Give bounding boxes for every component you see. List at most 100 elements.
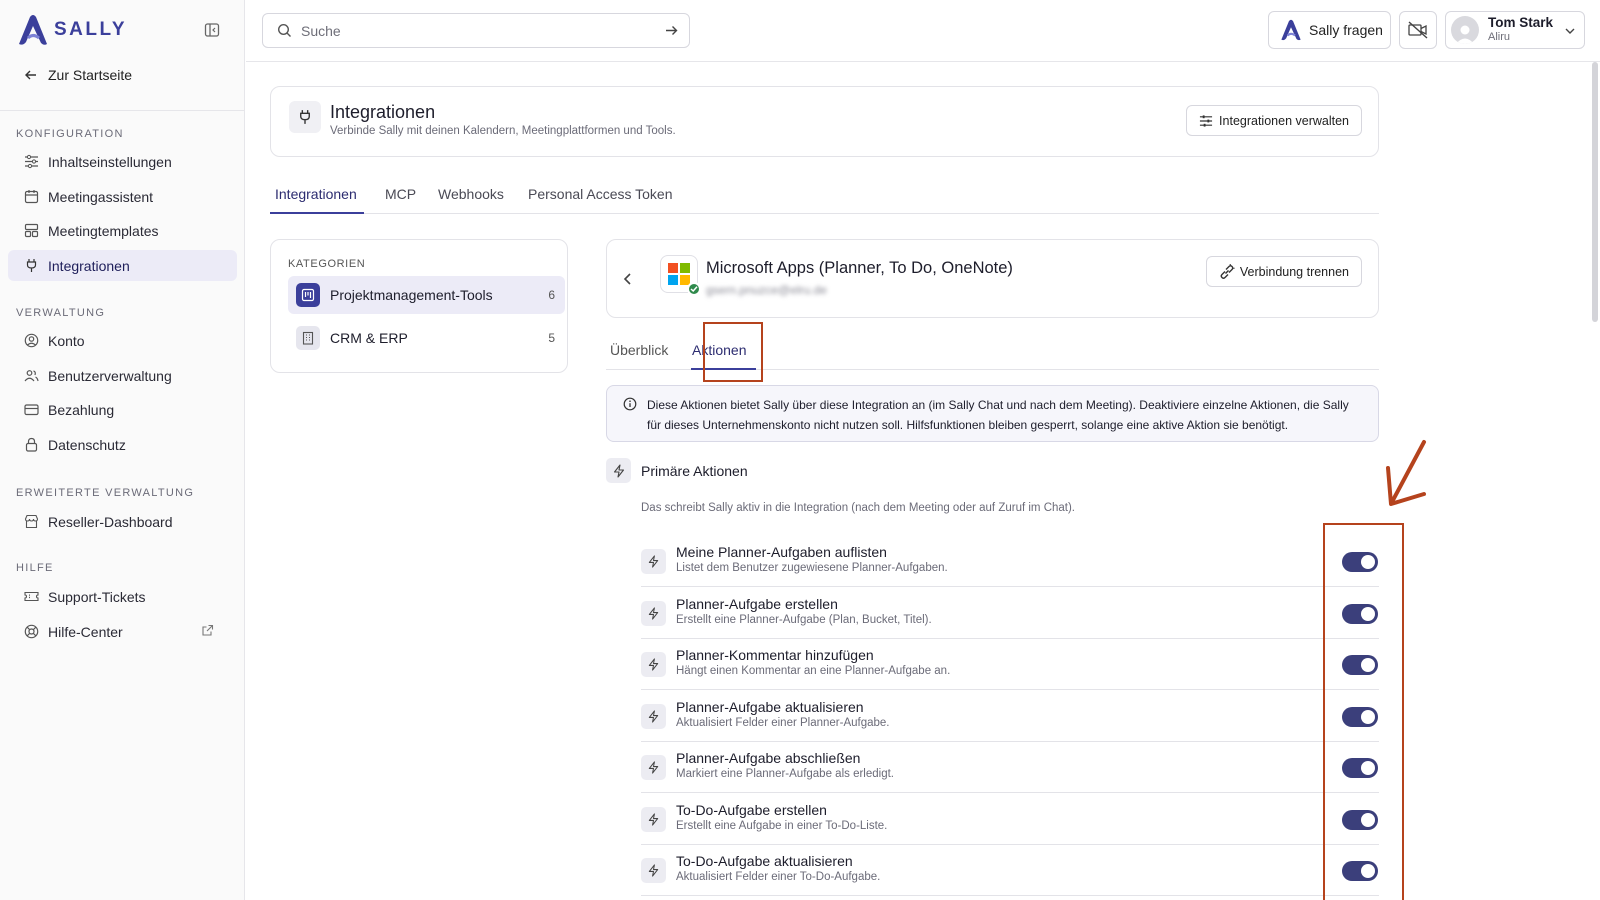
sidebar-item-meetingassistent[interactable]: Meetingassistent: [8, 181, 237, 212]
top-bar: Suche Sally fragen Tom Stark Aliru: [246, 0, 1600, 62]
template-icon: [24, 223, 39, 238]
integration-account-email: gsern.pnuzce@elru.de: [706, 283, 827, 297]
kanban-icon: [296, 283, 320, 307]
sidebar-item-label: Bezahlung: [48, 401, 115, 418]
disconnect-label: Verbindung trennen: [1239, 264, 1349, 279]
sally-logo[interactable]: SALLY: [16, 14, 127, 46]
action-description: Erstellt eine Planner-Aufgabe (Plan, Buc…: [676, 614, 932, 626]
section-title-erweiterte-verwaltung: ERWEITERTE VERWALTUNG: [16, 487, 195, 499]
sidebar-item-konto[interactable]: Konto: [8, 325, 237, 356]
unlink-icon: [1220, 263, 1235, 279]
sidebar-item-hilfe-center[interactable]: Hilfe-Center: [8, 616, 237, 647]
sidebar-item-label: Meetingtemplates: [48, 222, 159, 239]
sliders-icon: [1199, 114, 1213, 127]
primary-actions-description: Das schreibt Sally aktiv in die Integrat…: [641, 502, 1076, 514]
integration-detail-card: Microsoft Apps (Planner, To Do, OneNote)…: [606, 239, 1379, 318]
bolt-icon: [641, 807, 666, 832]
section-title-konfiguration: KONFIGURATION: [16, 128, 124, 140]
action-title: Meine Planner-Aufgaben auflisten: [676, 544, 887, 560]
sidebar-item-reseller-dashboard[interactable]: Reseller-Dashboard: [8, 506, 237, 537]
sidebar-item-meetingtemplates[interactable]: Meetingtemplates: [8, 215, 237, 246]
sidebar-item-integrationen[interactable]: Integrationen: [8, 250, 237, 281]
category-count: 5: [548, 331, 555, 345]
sidebar: SALLY Zur Startseite KONFIGURATION Inhal…: [0, 0, 245, 900]
manage-integrations-button[interactable]: Integrationen verwalten: [1186, 105, 1362, 136]
bolt-icon: [641, 549, 666, 574]
action-title: Planner-Kommentar hinzufügen: [676, 647, 874, 663]
sidebar-collapse-icon[interactable]: [204, 22, 222, 40]
categories-card: KATEGORIEN Projektmanagement-Tools 6 CRM…: [270, 239, 568, 373]
ask-sally-button[interactable]: Sally fragen: [1268, 11, 1391, 49]
check-icon: [687, 282, 701, 296]
chevron-down-icon: [1565, 28, 1575, 34]
sidebar-item-label: Hilfe-Center: [48, 623, 123, 640]
category-projektmanagement-tools[interactable]: Projektmanagement-Tools 6: [288, 276, 565, 314]
users-icon: [24, 370, 39, 382]
sidebar-item-label: Konto: [48, 332, 85, 349]
sidebar-item-inhaltseinstellungen[interactable]: Inhaltseinstellungen: [8, 146, 237, 177]
page-scrollbar[interactable]: [1592, 62, 1598, 322]
sidebar-item-label: Meetingassistent: [48, 188, 154, 205]
disconnect-button[interactable]: Verbindung trennen: [1205, 256, 1362, 287]
category-count: 6: [548, 288, 555, 302]
sally-logo-icon: [19, 15, 47, 45]
action-row: Planner-Kommentar hinzufügen Hängt einen …: [641, 639, 1379, 690]
info-icon: [623, 397, 637, 411]
search-field[interactable]: Suche: [262, 13, 690, 48]
bolt-icon: [641, 858, 666, 883]
store-icon: [24, 514, 39, 529]
user-name: Tom Stark: [1488, 15, 1554, 30]
tab-personal-access-token[interactable]: Personal Access Token: [528, 186, 673, 202]
sidebar-item-label: Reseller-Dashboard: [48, 513, 173, 530]
categories-title: KATEGORIEN: [288, 258, 366, 270]
manage-integrations-label: Integrationen verwalten: [1219, 113, 1349, 128]
category-label: CRM & ERP: [330, 330, 408, 346]
action-description: Markiert eine Planner-Aufgabe als erledi…: [676, 768, 894, 780]
sidebar-item-benutzerverwaltung[interactable]: Benutzerverwaltung: [8, 360, 237, 391]
category-crm-erp[interactable]: CRM & ERP 5: [288, 319, 565, 357]
main-tabs: Integrationen MCP Webhooks Personal Acce…: [270, 176, 1379, 214]
lock-icon: [25, 437, 38, 452]
action-title: Planner-Aufgabe abschließen: [676, 750, 861, 766]
calendar-icon: [24, 190, 39, 204]
annotation-highlight-box: [703, 322, 763, 382]
microsoft-logo: [660, 255, 701, 296]
sidebar-item-support-tickets[interactable]: Support-Tickets: [8, 581, 237, 612]
arrow-right-icon[interactable]: [664, 23, 679, 38]
ticket-icon: [24, 591, 39, 602]
page-subtitle: Verbinde Sally mit deinen Kalendern, Mee…: [330, 125, 676, 137]
camera-off-button[interactable]: [1399, 11, 1437, 49]
active-tab-indicator: [270, 212, 364, 214]
tab-integrationen[interactable]: Integrationen: [275, 186, 357, 202]
chevron-left-icon[interactable]: [621, 271, 635, 287]
camera-off-icon: [1408, 21, 1428, 39]
sliders-icon: [25, 154, 38, 169]
avatar: [1451, 16, 1479, 44]
section-title-verwaltung: VERWALTUNG: [16, 307, 106, 319]
sidebar-divider: [0, 110, 245, 111]
sidebar-item-datenschutz[interactable]: Datenschutz: [8, 429, 237, 460]
tab-mcp[interactable]: MCP: [385, 186, 416, 202]
action-description: Aktualisiert Felder einer To-Do-Aufgabe.: [676, 871, 881, 883]
action-title: Planner-Aufgabe erstellen: [676, 596, 838, 612]
sidebar-item-bezahlung[interactable]: Bezahlung: [8, 394, 237, 425]
microsoft-logo-icon: [668, 263, 690, 285]
primary-actions-title: Primäre Aktionen: [641, 462, 748, 479]
section-title-hilfe: HILFE: [16, 562, 54, 574]
integration-title: Microsoft Apps (Planner, To Do, OneNote): [706, 259, 1013, 277]
bolt-icon: [641, 704, 666, 729]
back-label: Zur Startseite: [48, 67, 133, 83]
user-menu-button[interactable]: Tom Stark Aliru: [1445, 11, 1585, 49]
annotation-arrow-icon: [1386, 440, 1426, 506]
search-icon: [277, 23, 291, 37]
tab-webhooks[interactable]: Webhooks: [438, 186, 504, 202]
back-to-home-link[interactable]: Zur Startseite: [24, 67, 132, 83]
action-row: Planner-Aufgabe abschließen Markiert eine…: [641, 742, 1379, 793]
page-title: Integrationen: [330, 102, 436, 122]
logo-text: SALLY: [54, 19, 128, 40]
search-placeholder: Suche: [301, 22, 341, 39]
bolt-icon: [641, 652, 666, 677]
tab-ueberblick[interactable]: Überblick: [610, 342, 668, 358]
action-description: Listet dem Benutzer zugewiesene Planner-…: [676, 562, 948, 574]
info-text: Diese Aktionen bietet Sally über diese I…: [647, 398, 1349, 432]
